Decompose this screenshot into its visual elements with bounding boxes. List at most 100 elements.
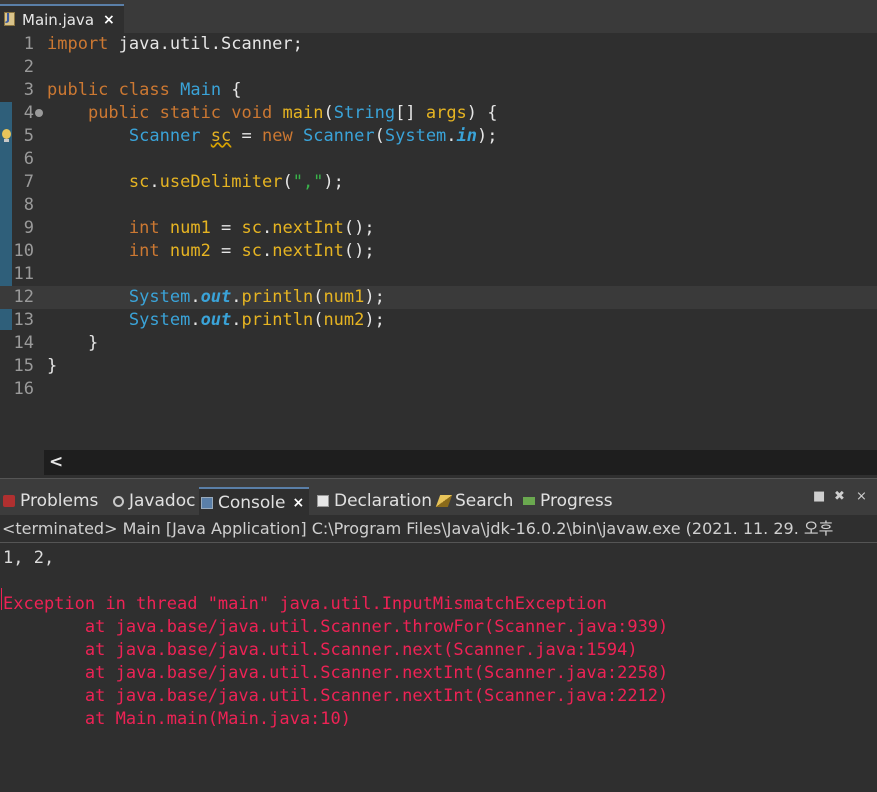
code-token: String — [333, 103, 396, 123]
tab-javadoc-label: Javadoc — [129, 491, 196, 511]
progress-icon — [523, 497, 535, 505]
tab-progress-label: Progress — [540, 491, 613, 511]
code-token: int — [128, 241, 160, 261]
code-token: Scanner — [128, 126, 201, 146]
code-line[interactable]: 16 — [0, 378, 877, 401]
fold-icon[interactable] — [35, 109, 43, 117]
code-token: "," — [292, 172, 324, 192]
code-token: num1 — [323, 287, 365, 307]
javadoc-icon — [113, 495, 124, 507]
code-token: } — [47, 356, 58, 376]
code-token: sc — [210, 126, 232, 146]
code-line[interactable]: 9 int num1 = sc.nextInt(); — [0, 217, 877, 240]
code-token: . — [446, 126, 457, 146]
code-token: nextInt — [272, 218, 344, 238]
tab-declaration-label: Declaration — [334, 491, 433, 511]
tab-declaration[interactable]: Declaration — [317, 489, 432, 513]
code-token: . — [231, 287, 242, 307]
code-token: void — [231, 103, 273, 123]
code-text: } — [47, 332, 98, 355]
maximize-icon[interactable]: ✖ — [834, 489, 845, 504]
code-token: public — [87, 103, 150, 123]
horizontal-scrollbar[interactable]: < — [44, 450, 877, 475]
code-token: public — [47, 80, 109, 100]
code-token: main — [282, 103, 324, 123]
code-line[interactable]: 7 sc.useDelimiter(","); — [0, 171, 877, 194]
code-token: println — [241, 287, 314, 307]
code-token: num2 — [169, 241, 211, 261]
line-number: 15 — [13, 356, 34, 376]
code-token: . — [190, 287, 201, 307]
tab-javadoc[interactable]: Javadoc — [113, 489, 195, 513]
code-token: ); — [364, 287, 385, 307]
tab-search[interactable]: Search — [435, 489, 513, 513]
code-token: (); — [343, 218, 375, 238]
tab-console[interactable]: Console × — [199, 487, 310, 516]
warning-lightbulb-icon[interactable] — [0, 129, 12, 143]
code-text: int num2 = sc.nextInt(); — [47, 240, 375, 263]
tab-problems-label: Problems — [20, 491, 99, 511]
line-number: 9 — [23, 218, 34, 238]
line-number: 16 — [13, 379, 34, 399]
code-line[interactable]: 4 public static void main(String[] args)… — [0, 102, 877, 125]
code-token: ); — [364, 310, 385, 330]
tab-progress[interactable]: Progress — [523, 489, 613, 513]
error-output-line: at java.base/java.util.Scanner.nextInt(S… — [3, 686, 669, 706]
code-token: . — [190, 310, 201, 330]
code-token: num2 — [323, 310, 365, 330]
editor-tab-bar: Main.java × — [0, 0, 877, 34]
code-token: (); — [343, 241, 375, 261]
console-icon — [201, 496, 213, 509]
close-icon[interactable]: × — [293, 495, 305, 511]
tab-console-label: Console — [218, 492, 286, 513]
code-token: [] — [395, 103, 426, 123]
line-number: 4 — [23, 103, 34, 123]
code-line[interactable]: 11 — [0, 263, 877, 286]
code-token: ); — [323, 172, 344, 192]
code-token: . — [149, 172, 160, 192]
code-line[interactable]: 2 — [0, 56, 877, 79]
code-token: args — [425, 103, 467, 123]
code-text: System.out.println(num1); — [47, 286, 385, 309]
line-number: 8 — [23, 195, 34, 215]
console-output[interactable]: 1, 2, Exception in thread "main" java.uti… — [0, 543, 877, 792]
code-line[interactable]: 3 public class Main { — [0, 79, 877, 102]
code-token: ( — [374, 126, 385, 146]
code-line[interactable]: 8 — [0, 194, 877, 217]
code-token: . — [262, 241, 273, 261]
code-line[interactable]: 14 } — [0, 332, 877, 355]
minimize-icon[interactable]: ■ — [813, 489, 825, 504]
line-number: 11 — [13, 264, 34, 284]
code-line[interactable]: 15} — [0, 355, 877, 378]
code-text: sc.useDelimiter(","); — [47, 171, 344, 194]
code-line[interactable]: 5 Scanner sc = new Scanner(System.in); — [0, 125, 877, 148]
code-line[interactable]: 12 System.out.println(num1); — [0, 286, 877, 309]
code-editor[interactable]: 1 import java.util.Scanner; 2 3 public class… — [0, 33, 877, 448]
error-output-line: at java.base/java.util.Scanner.nextInt(S… — [3, 663, 669, 683]
scroll-left-icon[interactable]: < — [49, 452, 63, 472]
code-line[interactable]: 1 import java.util.Scanner; — [0, 33, 877, 56]
tab-problems[interactable]: Problems — [3, 489, 98, 513]
code-line[interactable]: 13 System.out.println(num2); — [0, 309, 877, 332]
code-token: . — [262, 218, 273, 238]
close-icon[interactable]: × — [103, 12, 115, 28]
close-view-icon[interactable]: ⨯ — [856, 489, 867, 504]
code-token: java.util.Scanner; — [108, 34, 303, 54]
code-token: in — [456, 126, 478, 146]
code-text: Scanner sc = new Scanner(System.in); — [47, 125, 498, 148]
code-line[interactable]: 6 — [0, 148, 877, 171]
tab-main-java[interactable]: Main.java × — [0, 4, 124, 33]
code-line[interactable]: 10 int num2 = sc.nextInt(); — [0, 240, 877, 263]
code-token: nextInt — [272, 241, 344, 261]
text-cursor — [1, 588, 2, 610]
line-number: 12 — [13, 287, 34, 307]
